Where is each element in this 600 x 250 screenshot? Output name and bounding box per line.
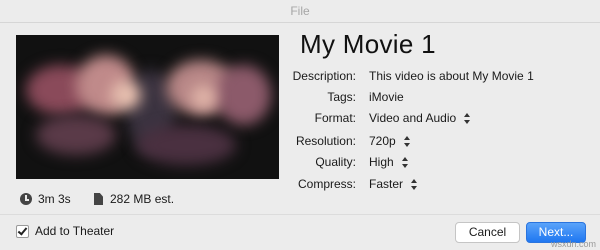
document-icon [94,193,103,205]
watermark-text: wsxdn.com [550,239,596,249]
size-text: 282 MB est. [110,192,175,206]
description-value[interactable]: This video is about My Movie 1 [369,68,534,84]
clock-icon [20,193,32,205]
tags-label: Tags: [327,90,356,104]
compress-field: Compress: Faster [240,176,580,192]
format-field: Format: Video and Audio [240,110,580,126]
resolution-select[interactable]: 720p [369,133,410,149]
format-label: Format: [314,111,356,125]
updown-chevron-icon [403,135,410,147]
format-value: Video and Audio [369,111,457,125]
size-info: 282 MB est. [94,192,174,206]
resolution-field: Resolution: 720p [240,133,580,149]
quality-select[interactable]: High [369,154,408,170]
quality-label: Quality: [315,155,356,169]
movie-title[interactable]: My Movie 1 [300,29,436,60]
resolution-value: 720p [369,134,396,148]
cancel-button[interactable]: Cancel [455,222,520,243]
compress-value: Faster [369,177,404,191]
tags-value[interactable]: iMovie [369,89,404,105]
window-title: File [0,0,600,23]
footer-divider [0,214,600,215]
duration-info: 3m 3s [20,192,71,206]
updown-chevron-icon [401,156,408,168]
duration-text: 3m 3s [38,192,71,206]
compress-label: Compress: [297,177,356,191]
description-label: Description: [292,69,356,83]
quality-value: High [369,155,394,169]
updown-chevron-icon [464,112,471,124]
add-to-theater-checkbox[interactable] [16,224,29,238]
description-field: Description: This video is about My Movi… [240,68,580,84]
resolution-label: Resolution: [295,134,356,148]
compress-select[interactable]: Faster [369,176,418,192]
updown-chevron-icon [411,178,418,190]
tags-field: Tags: iMovie [240,89,580,105]
quality-field: Quality: High [240,154,580,170]
add-to-theater-option[interactable]: Add to Theater [16,224,114,238]
format-select[interactable]: Video and Audio [369,110,471,126]
add-to-theater-label: Add to Theater [35,224,115,238]
